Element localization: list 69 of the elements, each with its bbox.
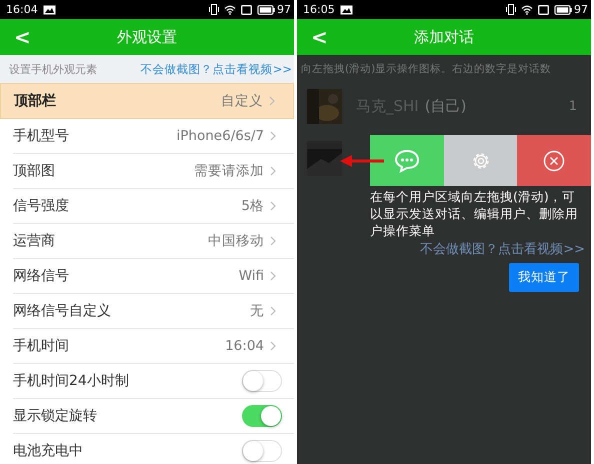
row-label: 顶部图	[13, 162, 56, 180]
row-label: 网络信号自定义	[13, 302, 112, 320]
screen-title: 添加对话	[414, 28, 474, 46]
chat-action-button[interactable]	[370, 135, 444, 186]
toggle-switch[interactable]	[242, 440, 282, 462]
settings-row[interactable]: 信号强度 5格	[13, 189, 294, 224]
settings-row[interactable]: 手机型号 iPhone6/6s/7	[13, 119, 294, 154]
settings-row[interactable]: 手机时间24小时制	[13, 364, 294, 399]
image-icon	[340, 4, 353, 14]
battery-level: 97	[574, 3, 588, 16]
chevron-icon	[270, 271, 276, 281]
chevron-icon	[270, 201, 276, 211]
settings-row[interactable]: 网络信号自定义 无	[13, 294, 294, 329]
settings-row[interactable]: 网络信号 Wifi	[13, 259, 294, 294]
row-value: 中国移动	[208, 232, 264, 250]
status-time: 16:04	[6, 3, 38, 16]
close-icon	[543, 150, 566, 172]
settings-row[interactable]: 运营商 中国移动	[13, 224, 294, 259]
row-value: 5格	[241, 197, 264, 215]
row-label: 运营商	[13, 232, 56, 250]
row-value: 无	[250, 302, 264, 320]
row-label: 手机型号	[13, 127, 70, 145]
dialog-count: 1	[568, 98, 577, 114]
hint-text: 向左拖拽(滑动)显示操作图标。右边的数字是对话数	[300, 62, 552, 76]
settings-row[interactable]: 顶部栏 自定义	[0, 83, 294, 119]
wifi-icon	[521, 4, 533, 14]
toggle-switch[interactable]	[242, 370, 282, 392]
toggle-switch[interactable]	[242, 405, 282, 427]
chat-bubble-icon	[394, 148, 420, 172]
arrow-icon	[340, 155, 384, 167]
row-value: Wifi	[238, 268, 264, 284]
settings-row[interactable]: 顶部图 需要请添加	[13, 154, 294, 189]
user-note: (自己)	[424, 96, 466, 116]
chevron-icon	[270, 131, 276, 141]
delete-action-button[interactable]	[517, 135, 591, 186]
image-icon	[42, 4, 56, 14]
row-label: 手机时间24小时制	[13, 372, 130, 390]
chevron-icon	[270, 236, 276, 246]
row-label: 手机时间	[13, 337, 70, 355]
row-value: 自定义	[221, 92, 263, 110]
status-time: 16:05	[303, 3, 335, 16]
row-value: iPhone6/6s/7	[176, 128, 264, 144]
battery-level: 97	[277, 3, 291, 16]
battery-icon	[257, 4, 275, 14]
square-icon	[538, 4, 549, 14]
battery-icon	[554, 4, 572, 14]
row-label: 显示锁定旋转	[13, 407, 98, 425]
chevron-icon	[270, 166, 276, 176]
settings-row[interactable]: 显示锁定旋转	[13, 399, 294, 434]
subheader-text: 设置手机外观元素	[9, 62, 97, 76]
chevron-icon	[269, 96, 275, 106]
row-value: 16:04	[225, 338, 264, 354]
vibrate-icon	[506, 4, 516, 15]
row-label: 信号强度	[13, 197, 70, 215]
got-it-button[interactable]: 我知道了	[509, 263, 579, 292]
row-label: 网络信号	[13, 267, 70, 285]
settings-row[interactable]: 电池充电中	[13, 434, 294, 464]
row-label: 电池充电中	[13, 442, 84, 460]
chevron-icon	[270, 341, 276, 351]
guide-text: 在每个用户区域向左拖拽(滑动)，可以显示发送对话、编辑用户、删除用户操作菜单	[370, 188, 579, 239]
video-link[interactable]: 不会做截图？点击看视频>>	[420, 240, 585, 258]
row-value: 需要请添加	[194, 162, 264, 180]
settings-row[interactable]: 手机时间 16:04	[13, 329, 294, 364]
square-icon	[241, 4, 252, 14]
chevron-icon	[270, 306, 276, 316]
wifi-icon	[224, 4, 236, 14]
row-label: 顶部栏	[14, 92, 57, 110]
vibrate-icon	[209, 4, 219, 15]
screen-title: 外观设置	[117, 28, 177, 46]
